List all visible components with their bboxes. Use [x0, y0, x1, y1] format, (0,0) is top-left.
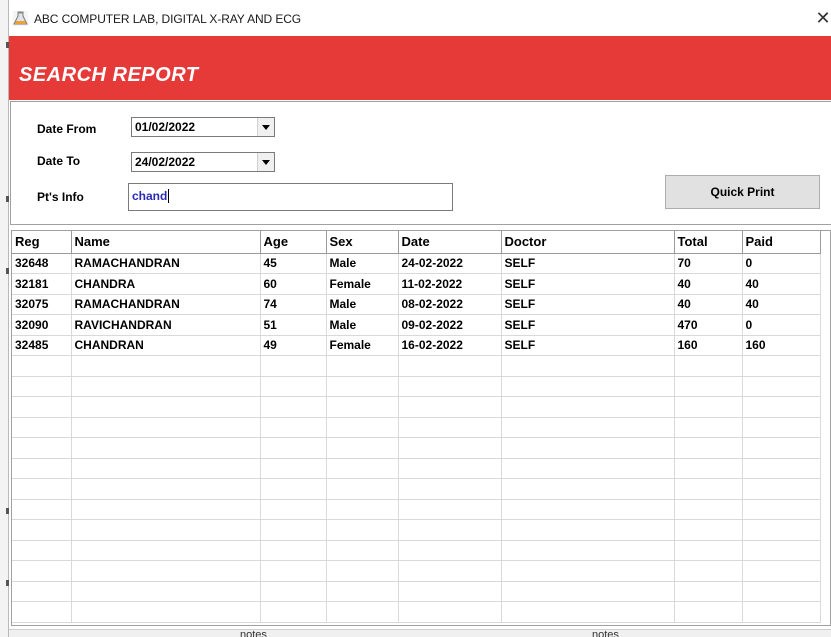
- cell-reg[interactable]: 32075: [12, 293, 72, 315]
- cell-age[interactable]: 60: [259, 273, 327, 295]
- column-header-reg[interactable]: Reg: [12, 231, 72, 254]
- cell-age[interactable]: 49: [259, 334, 327, 356]
- cell-doctor[interactable]: SELF: [500, 273, 675, 295]
- cell-age[interactable]: 51: [259, 314, 327, 336]
- empty-row[interactable]: [12, 437, 821, 459]
- table-row[interactable]: 32090 RAVICHANDRAN 51 Male 09-02-2022 SE…: [12, 314, 821, 336]
- cell-paid[interactable]: 0: [741, 314, 821, 336]
- cell-paid[interactable]: 40: [741, 293, 821, 315]
- column-header-name[interactable]: Name: [70, 231, 261, 254]
- patient-info-input[interactable]: chand: [128, 183, 453, 211]
- search-report-window: ABC COMPUTER LAB, DIGITAL X-RAY AND ECG …: [9, 0, 831, 629]
- empty-row[interactable]: [12, 375, 821, 397]
- date-to-label: Date To: [37, 154, 81, 168]
- cell-total[interactable]: 70: [673, 252, 743, 274]
- empty-row[interactable]: [12, 416, 821, 438]
- header-banner: SEARCH REPORT: [9, 36, 831, 100]
- date-from-picker[interactable]: 01/02/2022: [131, 117, 275, 137]
- empty-row[interactable]: [12, 457, 821, 479]
- cell-name[interactable]: CHANDRA: [70, 273, 261, 295]
- column-header-sex[interactable]: Sex: [325, 231, 399, 254]
- cell-date[interactable]: 16-02-2022: [397, 334, 502, 356]
- table-row[interactable]: 32485 CHANDRAN 49 Female 16-02-2022 SELF…: [12, 334, 821, 356]
- cell-date[interactable]: 24-02-2022: [397, 252, 502, 274]
- cell-doctor[interactable]: SELF: [500, 314, 675, 336]
- cell-reg[interactable]: 32648: [12, 252, 72, 274]
- cell-doctor[interactable]: SELF: [500, 252, 675, 274]
- background-window-label: notes: [592, 629, 619, 637]
- cell-sex[interactable]: Male: [325, 252, 399, 274]
- cell-paid[interactable]: 0: [741, 252, 821, 274]
- cell-age[interactable]: 45: [259, 252, 327, 274]
- cell-name[interactable]: CHANDRAN: [70, 334, 261, 356]
- close-icon[interactable]: ✕: [815, 8, 831, 28]
- patient-info-value: chand: [132, 189, 168, 203]
- empty-row[interactable]: [12, 560, 821, 582]
- cell-doctor[interactable]: SELF: [500, 293, 675, 315]
- quick-print-button[interactable]: Quick Print: [665, 175, 820, 209]
- table-header-row: Reg Name Age Sex Date Doctor Total Paid: [12, 231, 821, 254]
- cell-total[interactable]: 40: [673, 293, 743, 315]
- page-title: SEARCH REPORT: [19, 64, 199, 86]
- cell-total[interactable]: 160: [673, 334, 743, 356]
- cell-sex[interactable]: Male: [325, 314, 399, 336]
- cell-date[interactable]: 08-02-2022: [397, 293, 502, 315]
- lab-flask-icon: [13, 11, 28, 26]
- table-row[interactable]: 32181 CHANDRA 60 Female 11-02-2022 SELF …: [12, 273, 821, 295]
- column-header-paid[interactable]: Paid: [741, 231, 821, 254]
- cell-reg[interactable]: 32090: [12, 314, 72, 336]
- background-window-label: notes: [240, 629, 267, 637]
- search-panel: Date From 01/02/2022 Date To 24/02/2022 …: [10, 101, 831, 225]
- cell-age[interactable]: 74: [259, 293, 327, 315]
- text-cursor: [168, 189, 170, 203]
- cell-paid[interactable]: 40: [741, 273, 821, 295]
- empty-row[interactable]: [12, 539, 821, 561]
- date-to-picker[interactable]: 24/02/2022: [131, 152, 275, 172]
- title-bar: ABC COMPUTER LAB, DIGITAL X-RAY AND ECG …: [9, 0, 831, 36]
- cell-total[interactable]: 470: [673, 314, 743, 336]
- results-grid[interactable]: Reg Name Age Sex Date Doctor Total Paid …: [11, 230, 831, 626]
- background-window-edge: [0, 0, 9, 637]
- cell-date[interactable]: 09-02-2022: [397, 314, 502, 336]
- cell-doctor[interactable]: SELF: [500, 334, 675, 356]
- table-row[interactable]: 32075 RAMACHANDRAN 74 Male 08-02-2022 SE…: [12, 293, 821, 315]
- background-window-bottom: [9, 629, 831, 637]
- date-to-value: 24/02/2022: [135, 155, 196, 169]
- cell-sex[interactable]: Female: [325, 273, 399, 295]
- chevron-down-icon[interactable]: [257, 153, 274, 171]
- empty-row[interactable]: [12, 580, 821, 602]
- empty-row[interactable]: [12, 355, 821, 377]
- window-title: ABC COMPUTER LAB, DIGITAL X-RAY AND ECG: [34, 12, 302, 26]
- column-header-doctor[interactable]: Doctor: [500, 231, 675, 254]
- cell-name[interactable]: RAMACHANDRAN: [70, 252, 261, 274]
- cell-total[interactable]: 40: [673, 273, 743, 295]
- results-table: Reg Name Age Sex Date Doctor Total Paid …: [12, 231, 821, 623]
- column-header-total[interactable]: Total: [673, 231, 743, 254]
- table-row[interactable]: 32648 RAMACHANDRAN 45 Male 24-02-2022 SE…: [12, 252, 821, 274]
- cell-date[interactable]: 11-02-2022: [397, 273, 502, 295]
- cell-paid[interactable]: 160: [741, 334, 821, 356]
- empty-row[interactable]: [12, 396, 821, 418]
- patient-info-label: Pt's Info: [37, 190, 84, 204]
- cell-reg[interactable]: 32181: [12, 273, 72, 295]
- cell-name[interactable]: RAVICHANDRAN: [70, 314, 261, 336]
- empty-row[interactable]: [12, 519, 821, 541]
- cell-sex[interactable]: Female: [325, 334, 399, 356]
- cell-sex[interactable]: Male: [325, 293, 399, 315]
- cell-reg[interactable]: 32485: [12, 334, 72, 356]
- column-header-date[interactable]: Date: [397, 231, 502, 254]
- cell-name[interactable]: RAMACHANDRAN: [70, 293, 261, 315]
- empty-row[interactable]: [12, 498, 821, 520]
- column-header-age[interactable]: Age: [259, 231, 327, 254]
- empty-row[interactable]: [12, 478, 821, 500]
- empty-row[interactable]: [12, 601, 821, 623]
- date-from-label: Date From: [37, 122, 97, 136]
- date-from-value: 01/02/2022: [135, 120, 196, 134]
- chevron-down-icon[interactable]: [257, 118, 274, 136]
